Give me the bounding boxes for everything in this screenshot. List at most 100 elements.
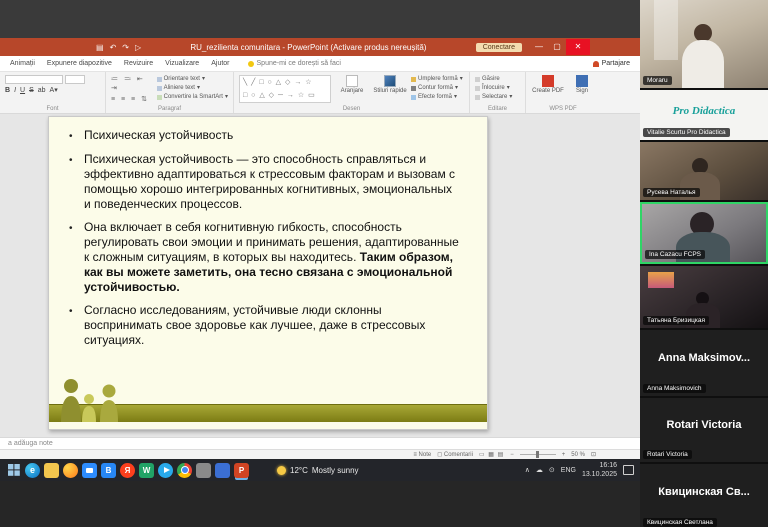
text-direction-button[interactable]: Orientare text ▾ <box>157 75 228 83</box>
participant-tile[interactable]: Moraru <box>640 0 768 88</box>
volume-icon[interactable]: ⊙ <box>549 466 555 474</box>
powerpoint-taskbar-icon[interactable]: P <box>234 463 249 478</box>
tab-slideshow[interactable]: Expunere diapozitive <box>47 60 112 67</box>
shape-outline-button[interactable]: Contur formă ▾ <box>411 84 463 92</box>
tray-chevron-icon[interactable]: ∧ <box>525 466 530 474</box>
tab-view[interactable]: Vizualizare <box>165 60 199 67</box>
arrange-button[interactable]: Aranjare <box>335 75 369 94</box>
font-group: BIUSabA▾ Font <box>0 72 106 113</box>
font-buttons[interactable]: BIUSabA▾ <box>5 86 85 94</box>
participant-tile[interactable]: Русева Наталья <box>640 142 768 200</box>
select-button[interactable]: Selectare ▾ <box>475 93 512 101</box>
font-size-combo[interactable] <box>65 75 85 84</box>
ribbon: BIUSabA▾ Font ≔ ≕ ⇤ ⇥ ≡ ≡ ≡ ⇅ Orientare … <box>0 72 640 114</box>
file-explorer-icon[interactable] <box>44 463 59 478</box>
tab-animations[interactable]: Animații <box>10 60 35 67</box>
quick-styles-button[interactable]: Stiluri rapide <box>373 75 407 94</box>
save-icon[interactable]: ▤ <box>96 43 104 52</box>
app-icon[interactable] <box>215 463 230 478</box>
maximize-button[interactable]: ▢ <box>548 39 566 55</box>
quick-styles-icon <box>384 75 396 87</box>
convert-smartart-button[interactable]: Convertire la SmartArt ▾ <box>157 93 228 101</box>
zoom-out-button[interactable]: − <box>510 452 514 458</box>
chrome-icon[interactable] <box>177 463 192 478</box>
list-buttons[interactable]: ≔ ≕ ⇤ ⇥ <box>111 75 153 93</box>
quick-access-toolbar: ▤ ↶ ↷ ▷ <box>96 43 141 52</box>
participant-display-name: Anna Maksimov... <box>658 352 750 364</box>
slide-text-block[interactable]: • Психическая устойчивость • Психическая… <box>49 117 487 348</box>
participant-tile[interactable]: Татьяна Бризицкая <box>640 266 768 328</box>
yandex-icon[interactable]: Я <box>120 463 135 478</box>
align-text-button[interactable]: Aliniere text ▾ <box>157 84 228 92</box>
ppt-titlebar: ▤ ↶ ↷ ▷ RU_rezilienta comunitara - Power… <box>0 38 640 56</box>
participant-name-chip: Квицинская Светлана <box>643 518 717 527</box>
cloud-icon[interactable]: ☁ <box>536 466 543 474</box>
notes-panel[interactable]: a adăuga note <box>0 437 640 449</box>
notes-placeholder: a adăuga note <box>8 440 53 447</box>
notification-center-icon[interactable] <box>623 465 634 475</box>
windows-icon <box>8 464 20 476</box>
start-presentation-icon[interactable]: ▷ <box>135 43 141 52</box>
ribbon-tab-row: Animații Expunere diapozitive Revizuire … <box>0 56 640 72</box>
bullet-item: • Психическая устойчивость <box>69 128 461 144</box>
fit-slide-button[interactable]: ⊡ <box>591 451 596 458</box>
replace-button[interactable]: Înlocuire ▾ <box>475 84 512 92</box>
sign-button[interactable]: Sign <box>569 75 595 94</box>
participant-tile[interactable]: Anna Maksimov... Anna Maksimovich <box>640 330 768 396</box>
sign-in-button[interactable]: Conectare <box>476 43 522 52</box>
language-indicator[interactable]: ENG <box>561 467 576 474</box>
tell-me-box[interactable]: Spune-mi ce dorești să faci <box>248 60 341 67</box>
participants-panel: Moraru Pro Didactica Vitalie Scurtu Pro … <box>640 0 768 527</box>
bullet-item: • Она включает в себя когнитивную гибкос… <box>69 220 461 295</box>
minimize-button[interactable]: — <box>530 39 548 55</box>
close-button[interactable]: ✕ <box>566 39 590 55</box>
zoom-in-button[interactable]: + <box>562 452 566 458</box>
app-icon[interactable] <box>196 463 211 478</box>
notes-toggle[interactable]: ≡ Note <box>413 452 431 458</box>
shapes-gallery[interactable]: ╲ ╱ □ ○ △ ◇ → ☆□ ○ △ ◇ ─ → ☆ ▭ <box>239 75 331 103</box>
time: 16:16 <box>599 461 617 470</box>
edge-icon[interactable]: e <box>25 463 40 478</box>
zoom-level[interactable]: 50 % <box>571 452 585 458</box>
bullet-item: • Психическая устойчивость — это способн… <box>69 152 461 212</box>
comments-toggle[interactable]: ◻ Comentarii <box>437 451 473 458</box>
find-button[interactable]: Găsire <box>475 75 512 83</box>
undo-icon[interactable]: ↶ <box>110 43 117 52</box>
shape-effects-button[interactable]: Efecte formă ▾ <box>411 93 463 101</box>
start-button[interactable] <box>6 463 21 478</box>
participant-tile[interactable]: Pro Didactica Vitalie Scurtu Pro Didacti… <box>640 90 768 140</box>
taskbar: e B Я W P 12°C Mostly sunny ∧ ☁ ⊙ ENG <box>0 459 640 481</box>
create-pdf-button[interactable]: Create PDF <box>531 75 565 94</box>
firefox-icon[interactable] <box>63 463 78 478</box>
weather-temp: 12°C <box>290 466 308 475</box>
telegram-icon[interactable] <box>158 463 173 478</box>
status-bar: ≡ Note ◻ Comentarii ▭ ▦ ▤ − + 50 % ⊡ <box>0 449 640 459</box>
participant-tile[interactable]: Rotari Victoria Rotari Victoria <box>640 398 768 462</box>
weather-widget[interactable]: 12°C Mostly sunny <box>277 466 359 475</box>
word-icon[interactable]: W <box>139 463 154 478</box>
pdf-icon <box>542 75 554 87</box>
slide-canvas[interactable]: • Психическая устойчивость • Психическая… <box>48 116 488 430</box>
participant-name-chip: Rotari Victoria <box>643 450 692 459</box>
wps-pdf-group: Create PDF Sign WPS PDF <box>526 72 600 113</box>
zoom-app-icon[interactable] <box>82 463 97 478</box>
redo-icon[interactable]: ↷ <box>122 43 129 52</box>
view-buttons[interactable]: ▭ ▦ ▤ <box>479 451 504 458</box>
lightbulb-icon <box>248 61 254 67</box>
tab-help[interactable]: Ajutor <box>211 60 229 67</box>
participant-tile[interactable]: Квицинская Св... Квицинская Светлана <box>640 464 768 527</box>
shape-fill-button[interactable]: Umplere formă ▾ <box>411 75 463 83</box>
bullet-icon: • <box>69 128 84 144</box>
font-name-combo[interactable] <box>5 75 63 84</box>
vk-icon[interactable]: B <box>101 463 116 478</box>
window-controls: — ▢ ✕ <box>530 39 590 55</box>
align-buttons[interactable]: ≡ ≡ ≡ ⇅ <box>111 95 153 104</box>
participant-name-chip: Ina Cazacu FCPS <box>645 250 705 259</box>
share-button[interactable]: Partajare <box>593 60 630 67</box>
participant-tile-active-speaker[interactable]: Ina Cazacu FCPS <box>640 202 768 264</box>
bullet-icon: • <box>69 303 84 348</box>
shared-screen: ▤ ↶ ↷ ▷ RU_rezilienta comunitara - Power… <box>0 0 640 527</box>
tab-review[interactable]: Revizuire <box>124 60 153 67</box>
zoom-slider[interactable] <box>520 454 556 455</box>
clock[interactable]: 16:16 13.10.2025 <box>582 461 617 479</box>
